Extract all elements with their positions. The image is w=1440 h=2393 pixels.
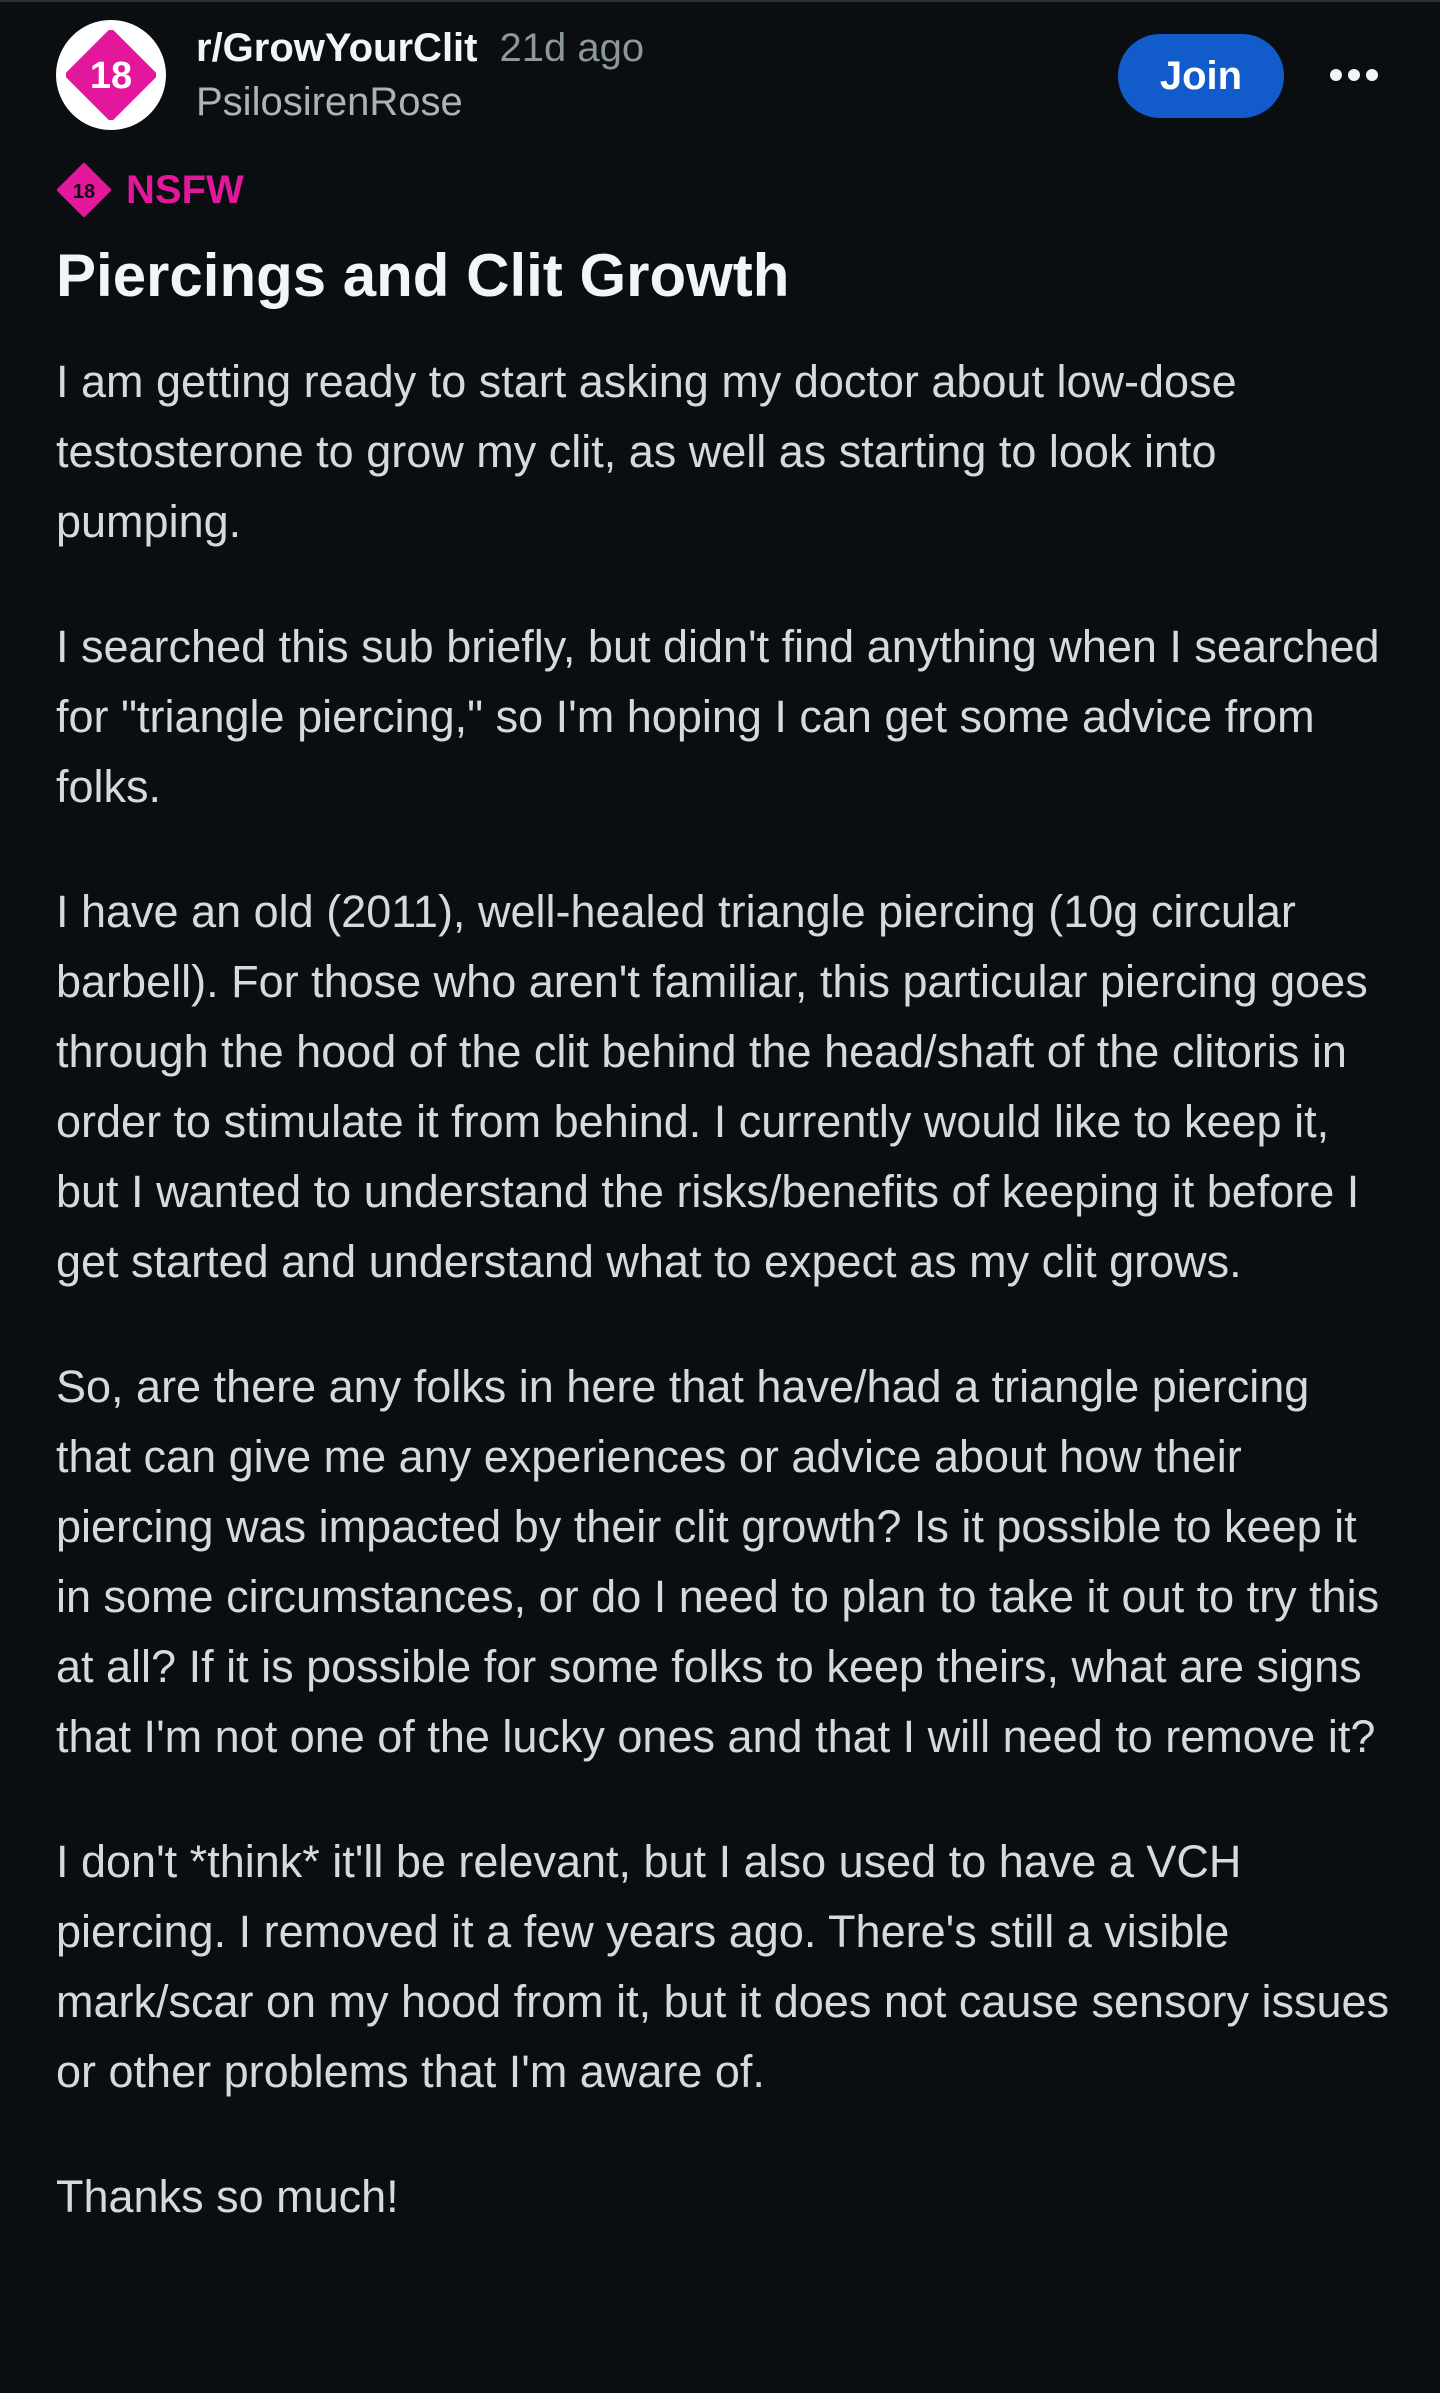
subreddit-name[interactable]: r/GrowYourClit [196,26,477,70]
nsfw-badge-text: 18 [73,181,95,203]
post-age: 21d ago [499,26,645,70]
avatar-badge-text: 18 [90,55,132,97]
nsfw-18-avatar-icon: 18 [66,30,156,120]
nsfw-label: NSFW [126,168,244,212]
post-author[interactable]: PsilosirenRose [196,78,463,126]
subreddit-avatar[interactable]: 18 [56,20,166,130]
post-header: 18 r/GrowYourClit 21d ago PsilosirenRose … [56,20,1384,134]
post-paragraph: I am getting ready to start asking my do… [56,356,1237,547]
post-paragraph: I don't *think* it'll be relevant, but I… [56,1836,1390,2097]
post-paragraph: I searched this sub briefly, but didn't … [56,621,1380,812]
post-body: I am getting ready to start asking my do… [56,347,1396,2287]
more-options-icon[interactable] [1324,50,1384,100]
post-title: Piercings and Clit Growth [56,242,790,309]
nsfw-18-icon: 18 [57,163,111,217]
post-paragraph: Thanks so much! [56,2171,399,2222]
post-paragraph: So, are there any folks in here that hav… [56,1361,1380,1762]
join-button[interactable]: Join [1118,34,1284,118]
subreddit-meta-line: r/GrowYourClit 21d ago [196,24,644,72]
post-paragraph: I have an old (2011), well-healed triang… [56,886,1368,1287]
top-divider [0,0,1440,2]
